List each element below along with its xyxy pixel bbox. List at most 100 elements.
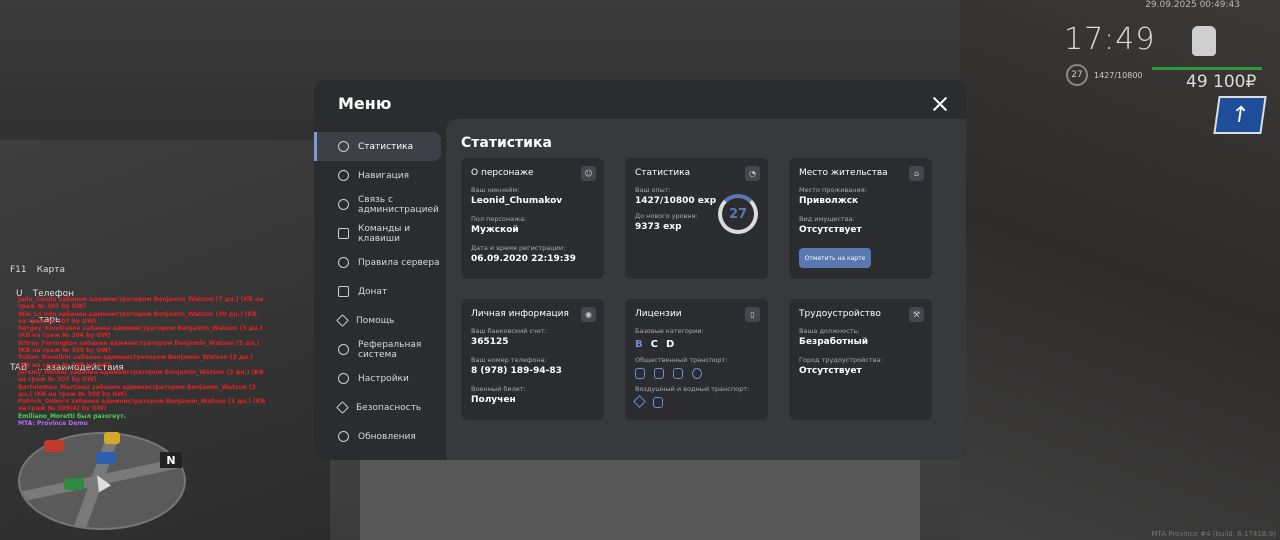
- game-background-road: [360, 460, 920, 540]
- nav-item-2[interactable]: Связь с администрацией: [314, 190, 446, 219]
- chat-line: Jeremy_Hefner забанен администратором Be…: [18, 368, 264, 384]
- air-transport-label: Воздушный и водный транспорт:: [635, 385, 750, 393]
- license-category-d: D: [665, 339, 675, 350]
- place-value: Приволжск: [799, 196, 859, 206]
- nav-item-label: Настройки: [358, 373, 409, 384]
- shield-icon: [336, 401, 349, 414]
- license-icon: ▯: [745, 307, 760, 322]
- nav-item-label: Правила сервера: [358, 257, 440, 268]
- minimap-marker-icon: [44, 440, 64, 452]
- chat-line: Wie_Lo ndo забанен администратором Benja…: [18, 310, 257, 325]
- pie-chart-icon: ◔: [745, 166, 760, 181]
- license-category-c: C: [650, 339, 658, 350]
- exp-label: Ваш опыт:: [635, 186, 671, 194]
- hud-datetime: 29.09.2025 00:49:43: [1145, 0, 1240, 10]
- card-character: О персонаже ☺ Ваш никнейм: Leonid_Chumak…: [461, 158, 604, 279]
- nav-item-9[interactable]: Безопасность: [314, 393, 446, 422]
- card-title: Место жительства: [799, 168, 888, 178]
- nav-item-6[interactable]: Помощь: [314, 306, 446, 335]
- nav-item-label: Связь с администрацией: [358, 194, 439, 215]
- map-hint: F11 Карта: [10, 265, 66, 275]
- nav-item-7[interactable]: Реферальная система: [314, 335, 446, 364]
- level-ring: 27: [718, 194, 758, 234]
- hud-clock: 17:49: [1064, 22, 1156, 57]
- nav-item-label: Реферальная система: [358, 339, 422, 360]
- card-title: О персонаже: [471, 168, 534, 178]
- mark-on-map-button[interactable]: Отметить на карте: [799, 248, 871, 268]
- card-stats: Статистика ◔ Ваш опыт: 1427/10800 exp До…: [625, 158, 768, 279]
- nav-item-label: Помощь: [356, 315, 395, 326]
- card-title: Статистика: [635, 168, 691, 178]
- nav-item-label: Обновления: [358, 431, 416, 442]
- menu-panel: Меню Статистика Навигация Связь с админист…: [314, 80, 966, 460]
- build-version: MTA Province #4 (build: 6.1741B.9): [1151, 530, 1276, 538]
- minimap-north: N: [160, 452, 182, 468]
- chat-line: Yuban_Ravelkin забанен администратором B…: [18, 354, 253, 369]
- hud-level-badge: 27: [1066, 64, 1088, 86]
- gear-icon: [338, 373, 349, 384]
- nav-item-label: Безопасность: [356, 402, 422, 413]
- document-icon: [338, 228, 349, 239]
- menu-nav: Статистика Навигация Связь с администрацие…: [314, 132, 446, 451]
- card-residence: Место жительства ⌂ Место проживания: При…: [789, 158, 932, 279]
- military-value: Получен: [471, 395, 516, 405]
- nav-item-label: Команды и клавиши: [358, 223, 411, 244]
- card-personal: Личная информация ◉ Ваш банковский счет:…: [461, 299, 604, 420]
- bank-value: 365125: [471, 337, 509, 347]
- bank-label: Ваш банковский счет:: [471, 327, 547, 335]
- place-label: Место проживания:: [799, 186, 867, 194]
- hud-exp: 1427/10800: [1094, 71, 1143, 80]
- gender-label: Пол персонажа:: [471, 215, 527, 223]
- property-value: Отсутствует: [799, 225, 862, 235]
- air-transport-icons: [633, 395, 758, 408]
- refresh-icon: [338, 431, 349, 442]
- menu-title: Меню: [338, 94, 392, 113]
- employment-city-value: Отсутствует: [799, 366, 862, 376]
- hud-health-bar: [1152, 67, 1262, 70]
- minimap-marker-icon: [64, 478, 84, 490]
- card-title: Трудоустройство: [799, 309, 881, 319]
- tools-icon: ⚒: [909, 307, 924, 322]
- chat-line: Jada_Sanda забанен администратором Benja…: [18, 296, 264, 311]
- hud-money: 49 100₽: [1186, 72, 1257, 92]
- nav-item-10[interactable]: Обновления: [314, 422, 446, 451]
- close-icon[interactable]: [932, 96, 948, 112]
- nav-item-8[interactable]: Настройки: [314, 364, 446, 393]
- basic-categories-label: Базовые категории:: [635, 327, 704, 335]
- nick-label: Ваш никнейм:: [471, 186, 520, 194]
- chat-line: Bartolomeo_Martinez забанен администрато…: [18, 383, 256, 398]
- nav-item-label: Навигация: [358, 170, 410, 181]
- gender-value: Мужской: [471, 225, 519, 235]
- chat-line: Patrick_Osborn забанен администратором B…: [18, 398, 266, 413]
- minimap-marker-icon: [104, 432, 120, 444]
- chat-line: Nitray_Farrington забанен администраторо…: [18, 339, 260, 355]
- nav-item-label: Донат: [358, 286, 388, 297]
- position-value: Безработный: [799, 337, 869, 347]
- reg-label: Дата и время регистрации:: [471, 244, 566, 252]
- phone-label: Ваш номер телефона:: [471, 356, 547, 364]
- nav-item-3[interactable]: Команды и клавиши: [314, 219, 446, 248]
- card-licenses: Лицензии ▯ Базовые категории: B C D Обще…: [625, 299, 768, 420]
- public-transport-label: Общественный транспорт:: [635, 356, 728, 364]
- trolleybus-icon: [654, 368, 664, 379]
- license-category-b: B: [635, 339, 643, 350]
- compass-icon: [338, 170, 349, 181]
- tram-icon: [673, 368, 683, 379]
- public-transport-icons: [635, 368, 758, 379]
- scales-icon: [338, 257, 349, 268]
- network-icon: [338, 344, 349, 355]
- content-panel: Статистика О персонаже ☺ Ваш никнейм: Le…: [446, 119, 966, 460]
- nav-item-5[interactable]: Донат: [314, 277, 446, 306]
- nav-item-0[interactable]: Статистика: [314, 132, 441, 161]
- card-employment: Трудоустройство ⚒ Ваша должность: Безраб…: [789, 299, 932, 420]
- nav-item-label: Статистика: [358, 141, 414, 152]
- minimap-marker-icon: [96, 452, 116, 464]
- reg-value: 06.09.2020 22:19:39: [471, 254, 576, 264]
- arrow-up-icon: ↑: [1213, 96, 1267, 134]
- license-categories: B C D: [635, 339, 758, 350]
- content-title: Статистика: [461, 135, 552, 151]
- train-icon: [692, 368, 702, 379]
- nav-item-4[interactable]: Правила сервера: [314, 248, 446, 277]
- nav-item-1[interactable]: Навигация: [314, 161, 446, 190]
- property-label: Вид имущества:: [799, 215, 855, 223]
